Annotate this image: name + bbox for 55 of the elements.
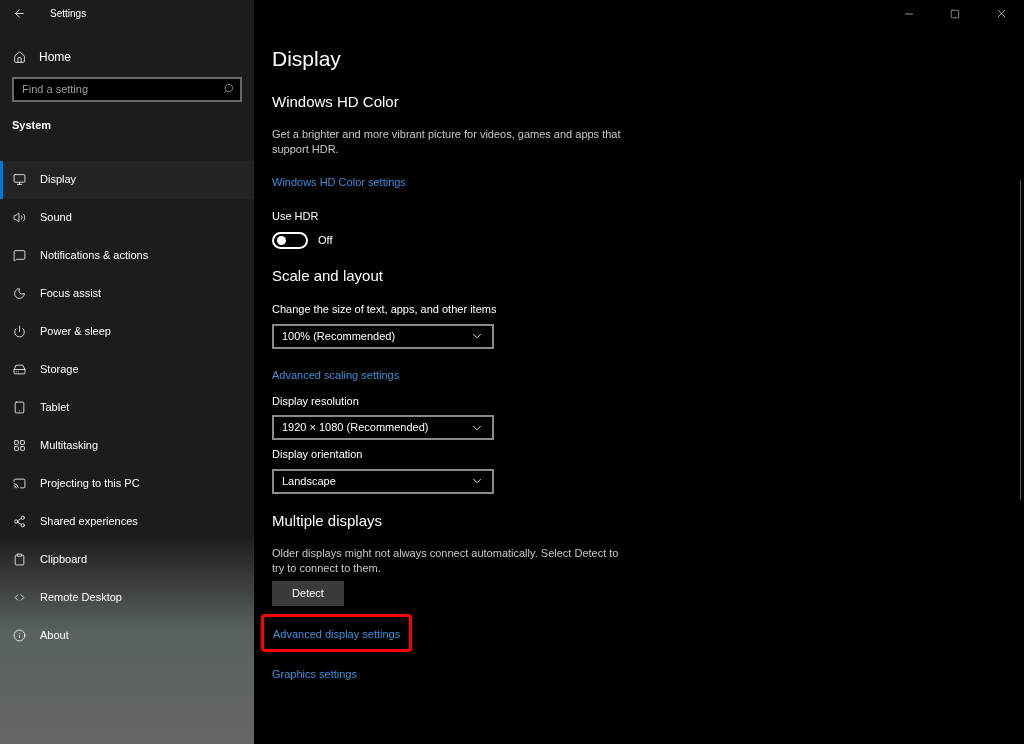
info-icon	[13, 629, 26, 642]
drive-icon	[13, 363, 26, 376]
tablet-icon	[13, 401, 26, 414]
dropdown[interactable]: 1920 × 1080 (Recommended)	[272, 415, 494, 440]
home-icon	[13, 50, 26, 64]
scrollbar[interactable]	[1020, 180, 1021, 500]
power-icon	[13, 325, 26, 338]
message-icon	[13, 249, 26, 262]
nav-item[interactable]: Storage	[0, 350, 254, 389]
dropdown-label: Change the size of text, apps, and other items	[272, 302, 498, 317]
toggle-label: Use HDR	[272, 209, 320, 224]
moon-icon	[13, 287, 26, 300]
nav-item[interactable]: About	[0, 616, 254, 655]
dropdown-label: Display orientation	[272, 447, 364, 462]
nav-item[interactable]: Display	[0, 160, 254, 199]
screens-icon	[13, 477, 26, 490]
window-title: Settings	[50, 7, 87, 21]
dropdown[interactable]: Landscape	[272, 468, 494, 494]
search-icon	[223, 83, 234, 94]
search-field[interactable]: Find a setting	[12, 76, 242, 102]
toggle-switch[interactable]	[272, 231, 308, 249]
settings-link[interactable]: Advanced scaling settings	[272, 368, 400, 381]
section-heading: Windows HD Color	[272, 91, 400, 112]
grid-icon	[13, 439, 26, 452]
clipboard-icon	[13, 553, 26, 566]
description-text: Get a brighter and more vibrant picture for videos, games and apps that support HDR.	[272, 127, 622, 157]
section-heading: Scale and layout	[272, 265, 384, 286]
settings-link[interactable]: Graphics settings	[272, 668, 357, 680]
speaker-icon	[13, 211, 26, 224]
maximize-icon	[950, 8, 960, 19]
nav-item[interactable]: Sound	[0, 198, 254, 237]
detect-button[interactable]: Detect	[272, 581, 344, 606]
arrows-icon	[13, 591, 26, 604]
nav-item[interactable]: Multitasking	[0, 426, 254, 465]
dropdown-label: Display resolution	[272, 393, 360, 409]
section-heading: Multiple displays	[272, 510, 384, 531]
nav-item[interactable]: Focus assist	[0, 274, 254, 313]
nav-item[interactable]: Tablet	[0, 388, 254, 427]
nav-item[interactable]: Remote Desktop	[0, 578, 254, 617]
home-item[interactable]: Home	[0, 49, 254, 65]
description-text: Older displays might not always connect automatically. Select Detect to try to connect to them.	[272, 546, 620, 576]
settings-link[interactable]: Advanced display settings	[273, 628, 401, 640]
page-title: Display	[272, 46, 342, 72]
network-icon	[13, 515, 26, 528]
nav-item[interactable]: Shared experiences	[0, 502, 254, 541]
nav-item[interactable]: Notifications & actions	[0, 236, 254, 275]
toggle-state: Off	[318, 232, 333, 248]
nav-item[interactable]: Projecting to this PC	[0, 464, 254, 503]
group-heading: System	[11, 118, 53, 133]
nav-item[interactable]: Power & sleep	[0, 312, 254, 351]
nav-item[interactable]: Clipboard	[0, 540, 254, 579]
back-icon[interactable]	[13, 7, 26, 20]
monitor-icon	[13, 173, 26, 186]
settings-link[interactable]: Windows HD Color settings	[272, 176, 406, 188]
dropdown[interactable]: 100% (Recommended)	[272, 323, 494, 349]
